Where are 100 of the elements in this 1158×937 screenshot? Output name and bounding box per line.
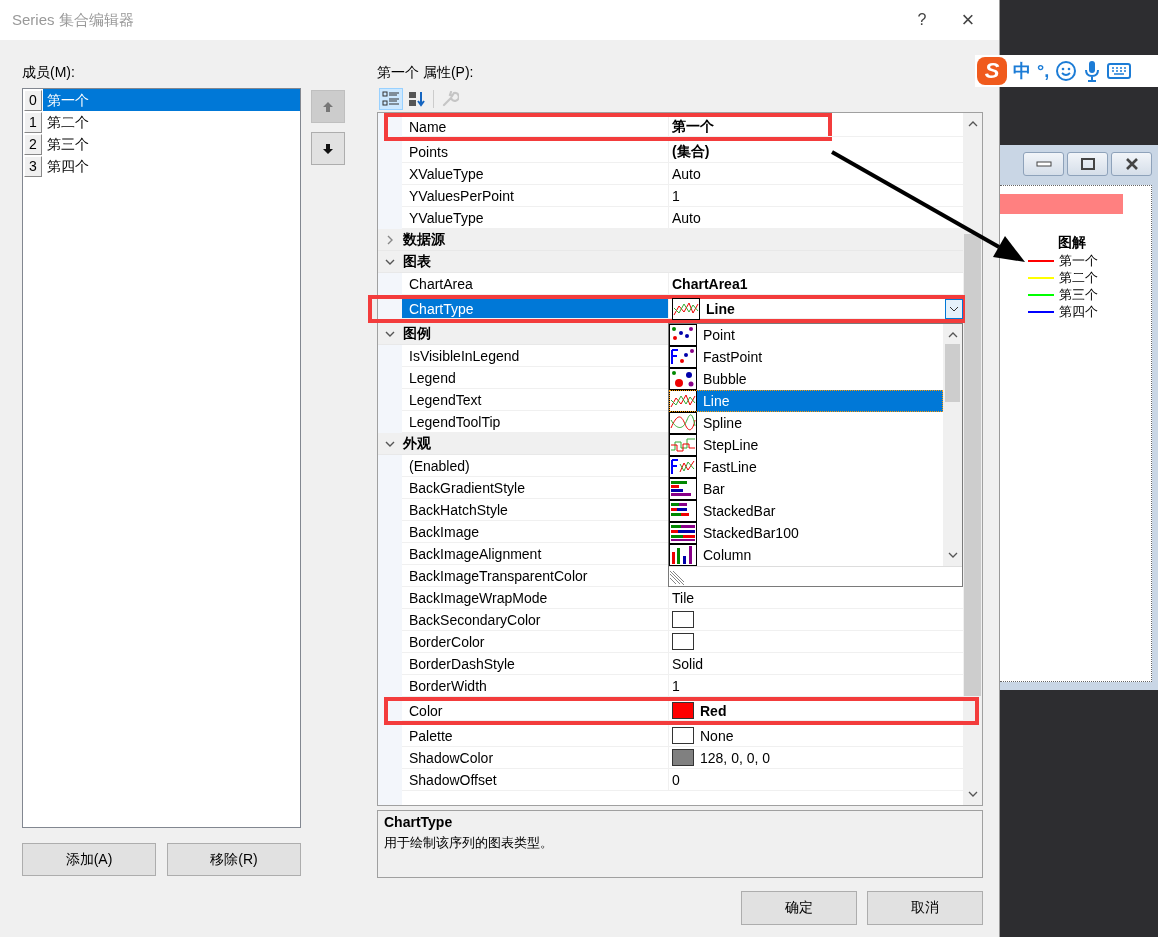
property-name[interactable]: BackGradientStyle [402, 477, 669, 499]
dialog-button[interactable]: 取消 [867, 891, 983, 925]
description-text: 用于绘制该序列的图表类型。 [384, 834, 554, 852]
window-title: Series 集合编辑器 [11, 10, 135, 30]
legend-label: 第一个 [1059, 251, 1098, 270]
chevron-down-icon[interactable] [946, 550, 959, 560]
property-name[interactable]: BackImageTransparentColor [402, 565, 669, 587]
property-name[interactable]: LegendText [402, 389, 669, 411]
help-button[interactable]: ? [899, 0, 945, 40]
dropdown-item[interactable]: Bubble [669, 368, 943, 390]
property-value: Line [706, 300, 735, 317]
member-item[interactable]: 第一个 [43, 89, 300, 111]
resize-grip-icon[interactable] [669, 570, 685, 586]
index-cell: 3 [24, 156, 42, 177]
property-name[interactable]: ChartArea [402, 273, 669, 295]
property-value: Red [700, 702, 727, 719]
member-item[interactable]: 第四个 [43, 155, 300, 177]
property-value: Auto [672, 209, 701, 226]
property-value: Tile [672, 589, 695, 606]
property-value: (集合) [672, 142, 710, 161]
dropdown-item[interactable]: StepLine [669, 434, 943, 456]
dialog-button[interactable]: 确定 [741, 891, 857, 925]
dropdown-item[interactable]: FastPoint [669, 346, 943, 368]
dropdown-item[interactable]: StackedBar100 [669, 522, 943, 544]
category-label: 图例 [403, 324, 431, 343]
property-name[interactable]: XValueType [402, 163, 669, 185]
dropdown-item[interactable]: Point [669, 324, 943, 346]
chevron-down-icon[interactable] [966, 789, 979, 799]
dropdown-item[interactable]: StackedBar [669, 500, 943, 522]
dropdown-item[interactable]: FastLine [669, 456, 943, 478]
categorized-button[interactable] [379, 88, 403, 110]
property-name[interactable]: Name [402, 117, 669, 137]
smiley-icon[interactable] [1055, 60, 1078, 82]
property-name[interactable]: ShadowColor [402, 747, 669, 769]
dropdown-button[interactable] [945, 298, 963, 319]
category-header[interactable]: 图表 [378, 251, 963, 273]
dropdown-item[interactable]: Line [669, 390, 943, 412]
dropdown-item[interactable]: Spline [669, 412, 943, 434]
property-name[interactable]: BorderWidth [402, 675, 669, 697]
property-name[interactable]: BackImageAlignment [402, 543, 669, 565]
arrow-down-icon [322, 142, 334, 155]
category-header[interactable]: 数据源 [378, 229, 963, 251]
property-name[interactable]: IsVisibleInLegend [402, 345, 669, 367]
member-button[interactable]: 添加(A) [22, 843, 156, 876]
dropdown-item[interactable]: Bar [669, 478, 943, 500]
property-value: 1 [672, 187, 680, 204]
index-cell: 0 [24, 90, 42, 111]
move-down-button[interactable] [311, 132, 345, 165]
property-name[interactable]: Color [402, 701, 669, 721]
property-name[interactable]: Legend [402, 367, 669, 389]
property-value: ChartArea1 [672, 275, 748, 292]
minimize-icon [1035, 161, 1052, 167]
legend-title: 图解 [1058, 234, 1087, 252]
member-item[interactable]: 第二个 [43, 111, 300, 133]
category-label: 图表 [403, 252, 431, 271]
keyboard-icon[interactable] [1107, 62, 1132, 80]
property-name[interactable]: BackHatchStyle [402, 499, 669, 521]
property-name[interactable]: BackImage [402, 521, 669, 543]
property-name[interactable]: BackSecondaryColor [402, 609, 669, 631]
categorized-icon [382, 91, 400, 107]
microphone-icon[interactable] [1083, 60, 1102, 82]
property-value: Auto [672, 165, 701, 182]
scrollbar[interactable] [943, 324, 962, 566]
property-name[interactable]: BackImageWrapMode [402, 587, 669, 609]
property-name[interactable]: Palette [402, 725, 669, 747]
chevron-up-icon[interactable] [946, 330, 959, 340]
input-mode-toggle[interactable]: 中 [1013, 59, 1031, 83]
scrollbar-thumb[interactable] [945, 344, 960, 402]
dropdown-item[interactable]: Column [669, 544, 943, 566]
index-cell: 1 [24, 112, 42, 133]
legend-label: 第四个 [1059, 302, 1098, 321]
close-button[interactable] [1111, 152, 1152, 176]
category-label: 外观 [403, 434, 431, 453]
member-button[interactable]: 移除(R) [167, 843, 301, 876]
property-name[interactable]: ChartType [402, 299, 669, 319]
legend-label: 第二个 [1059, 268, 1098, 287]
member-item[interactable]: 第三个 [43, 133, 300, 155]
scrollbar[interactable] [963, 113, 982, 805]
property-name[interactable]: YValuesPerPoint [402, 185, 669, 207]
chart-type-icon [672, 297, 700, 320]
property-name[interactable]: BorderDashStyle [402, 653, 669, 675]
chevron-down-icon [949, 304, 959, 313]
properties-label: 第一个 属性(P): [377, 63, 475, 82]
scrollbar-thumb[interactable] [964, 234, 981, 696]
chevron-up-icon[interactable] [966, 119, 979, 129]
property-value: None [700, 727, 734, 744]
close-button[interactable]: × [945, 0, 991, 40]
property-value: Solid [672, 655, 704, 672]
property-value: 0 [672, 771, 680, 788]
property-name[interactable]: (Enabled) [402, 455, 669, 477]
property-name[interactable]: Points [402, 141, 669, 163]
maximize-icon [1080, 158, 1095, 170]
property-name[interactable]: ShadowOffset [402, 769, 669, 791]
property-name[interactable]: BorderColor [402, 631, 669, 653]
punctuation-toggle[interactable]: °, [1037, 60, 1050, 82]
sort-icon [408, 91, 426, 107]
category-label: 数据源 [403, 230, 445, 249]
close-icon [1124, 158, 1139, 170]
legend-label: 第三个 [1059, 285, 1098, 304]
maximize-button[interactable] [1067, 152, 1108, 176]
